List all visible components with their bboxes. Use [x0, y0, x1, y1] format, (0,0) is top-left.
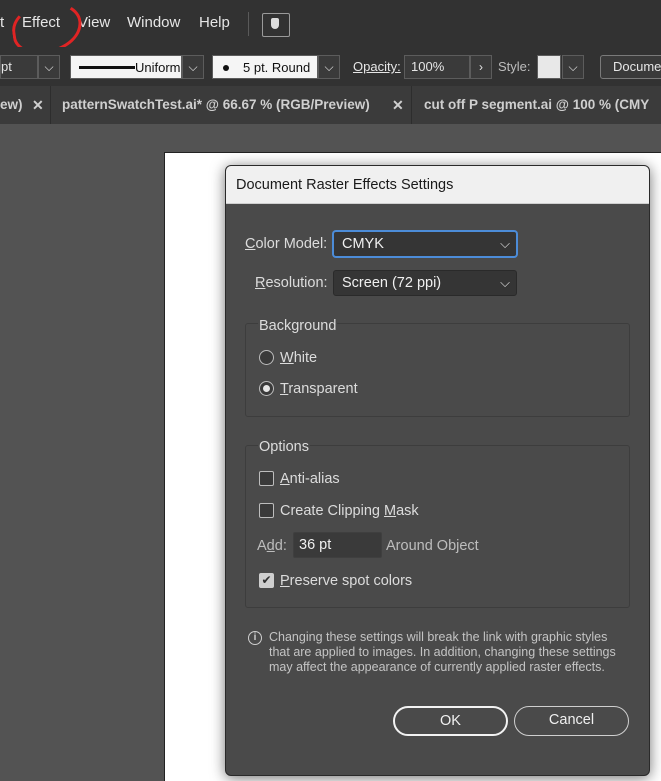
- chevron-down-icon: ⌵: [44, 60, 54, 74]
- tab-label: patternSwatchTest.ai* @ 66.67 % (RGB/Pre…: [62, 97, 370, 112]
- background-group: [245, 323, 630, 417]
- opacity-label[interactable]: Opacity:: [353, 59, 401, 74]
- clipping-mask-label[interactable]: Create Clipping Mask: [280, 503, 419, 519]
- menu-type[interactable]: t: [0, 14, 4, 31]
- brush-dot-icon: [223, 65, 229, 71]
- stroke-weight-value: pt: [1, 59, 12, 74]
- arrange-documents-icon[interactable]: [262, 13, 290, 37]
- color-model-value: CMYK: [342, 236, 384, 252]
- ok-button[interactable]: OK: [393, 706, 508, 736]
- white-mnemonic: W: [280, 350, 294, 366]
- clipping-mask-label-text: Create Clipping: [280, 503, 384, 519]
- stroke-weight-dropdown[interactable]: ⌵: [38, 55, 60, 79]
- profile-dropdown[interactable]: ⌵: [182, 55, 204, 79]
- add-amount-field[interactable]: 36 pt: [293, 532, 382, 558]
- resolution-mnemonic: R: [255, 275, 266, 291]
- color-model-mnemonic: C: [245, 236, 256, 252]
- white-label-text: hite: [293, 350, 318, 366]
- stroke-weight-field[interactable]: pt: [0, 55, 38, 79]
- clipping-mask-checkbox[interactable]: [259, 503, 274, 518]
- menu-window[interactable]: Window: [127, 14, 180, 31]
- stroke-line-preview: [79, 66, 135, 69]
- add-label: Add:: [257, 538, 287, 554]
- dialog-title: Document Raster Effects Settings: [226, 166, 649, 204]
- resolution-value: Screen (72 ppi): [342, 275, 442, 291]
- opacity-field[interactable]: 100%: [404, 55, 470, 79]
- document-setup-button[interactable]: Documer: [600, 55, 661, 79]
- tab-label: cut off P segment.ai @ 100 % (CMY: [424, 97, 650, 112]
- menu-help[interactable]: Help: [199, 14, 230, 31]
- preserve-spot-label-text: reserve spot colors: [289, 573, 413, 589]
- resolution-label-text: esolution:: [265, 275, 328, 291]
- menu-divider: [248, 12, 249, 36]
- chevron-down-icon: ⌵: [568, 60, 578, 74]
- opacity-value: 100%: [411, 59, 445, 74]
- cancel-button[interactable]: Cancel: [514, 706, 629, 736]
- document-setup-label: Documer: [613, 59, 661, 74]
- transparent-radio[interactable]: [259, 381, 274, 396]
- chevron-down-icon: ⌵: [500, 236, 510, 251]
- color-model-select[interactable]: CMYK ⌵: [333, 231, 517, 257]
- white-radio[interactable]: [259, 350, 274, 365]
- add-mnemonic: d: [266, 538, 275, 554]
- chevron-down-icon: ⌵: [500, 275, 510, 290]
- color-model-label-text: olor Model:: [255, 236, 328, 252]
- brush-definition[interactable]: 5 pt. Round: [212, 55, 318, 79]
- resolution-select[interactable]: Screen (72 ppi) ⌵: [333, 270, 517, 296]
- white-radio-label[interactable]: White: [280, 350, 317, 366]
- chevron-down-icon: ⌵: [324, 60, 334, 74]
- style-swatch[interactable]: [537, 55, 561, 79]
- tab-divider: [411, 86, 412, 124]
- preserve-spot-label[interactable]: Preserve spot colors: [280, 573, 412, 589]
- document-tab[interactable]: cut off P segment.ai @ 100 % (CMY: [424, 86, 661, 124]
- profile-label: Uniform: [135, 60, 181, 75]
- clipping-mask-mnemonic: M: [383, 503, 397, 519]
- anti-alias-label[interactable]: Anti-alias: [280, 471, 340, 487]
- info-icon: i: [248, 631, 262, 645]
- preserve-spot-mnemonic: P: [280, 573, 290, 589]
- anti-alias-checkbox[interactable]: [259, 471, 274, 486]
- tab-divider: [50, 86, 51, 124]
- chevron-right-icon: ›: [479, 60, 483, 74]
- tab-label: ew): [0, 97, 23, 112]
- raster-effects-dialog: Document Raster Effects Settings Color M…: [225, 165, 650, 776]
- variable-width-profile[interactable]: Uniform: [70, 55, 182, 79]
- info-line: that are applied to images. In addition,…: [269, 645, 616, 659]
- checkmark-icon: ✔: [261, 573, 272, 587]
- around-object-label: Around Object: [386, 538, 479, 554]
- info-message: Changing these settings will break the l…: [269, 630, 616, 675]
- brush-dropdown[interactable]: ⌵: [318, 55, 340, 79]
- close-icon[interactable]: ✕: [392, 86, 404, 124]
- opacity-arrow[interactable]: ›: [470, 55, 492, 79]
- close-icon[interactable]: ✕: [32, 86, 44, 124]
- document-tab[interactable]: patternSwatchTest.ai* @ 66.67 % (RGB/Pre…: [62, 86, 390, 124]
- control-bar: pt ⌵ Uniform ⌵ 5 pt. Round ⌵ Opacity: 10…: [0, 47, 661, 86]
- anti-alias-mnemonic: A: [280, 471, 290, 487]
- menu-view[interactable]: View: [78, 14, 110, 31]
- add-label-text: A: [257, 538, 267, 554]
- options-group-title: Options: [258, 439, 310, 455]
- color-model-label: Color Model:: [245, 236, 327, 252]
- transparent-label-text: ransparent: [288, 381, 358, 397]
- info-line: Changing these settings will break the l…: [269, 630, 608, 644]
- background-group-title: Background: [258, 318, 338, 334]
- preserve-spot-checkbox[interactable]: ✔: [259, 573, 274, 588]
- brush-label: 5 pt. Round: [243, 60, 311, 75]
- clipping-mask-label-rest: ask: [396, 503, 419, 519]
- info-line: may affect the appearance of currently a…: [269, 660, 605, 674]
- menu-bar: t Effect View Window Help: [0, 0, 661, 58]
- anti-alias-label-text: nti-alias: [289, 471, 340, 487]
- style-dropdown[interactable]: ⌵: [562, 55, 584, 79]
- resolution-label: Resolution:: [255, 275, 328, 291]
- transparent-radio-label[interactable]: Transparent: [280, 381, 358, 397]
- style-label: Style:: [498, 59, 531, 74]
- chevron-down-icon: ⌵: [188, 60, 198, 74]
- add-label-rest: d:: [274, 538, 287, 554]
- document-tab[interactable]: ew): [0, 86, 30, 124]
- document-tab-bar: ew) ✕ patternSwatchTest.ai* @ 66.67 % (R…: [0, 86, 661, 124]
- add-amount-value: 36 pt: [299, 537, 332, 553]
